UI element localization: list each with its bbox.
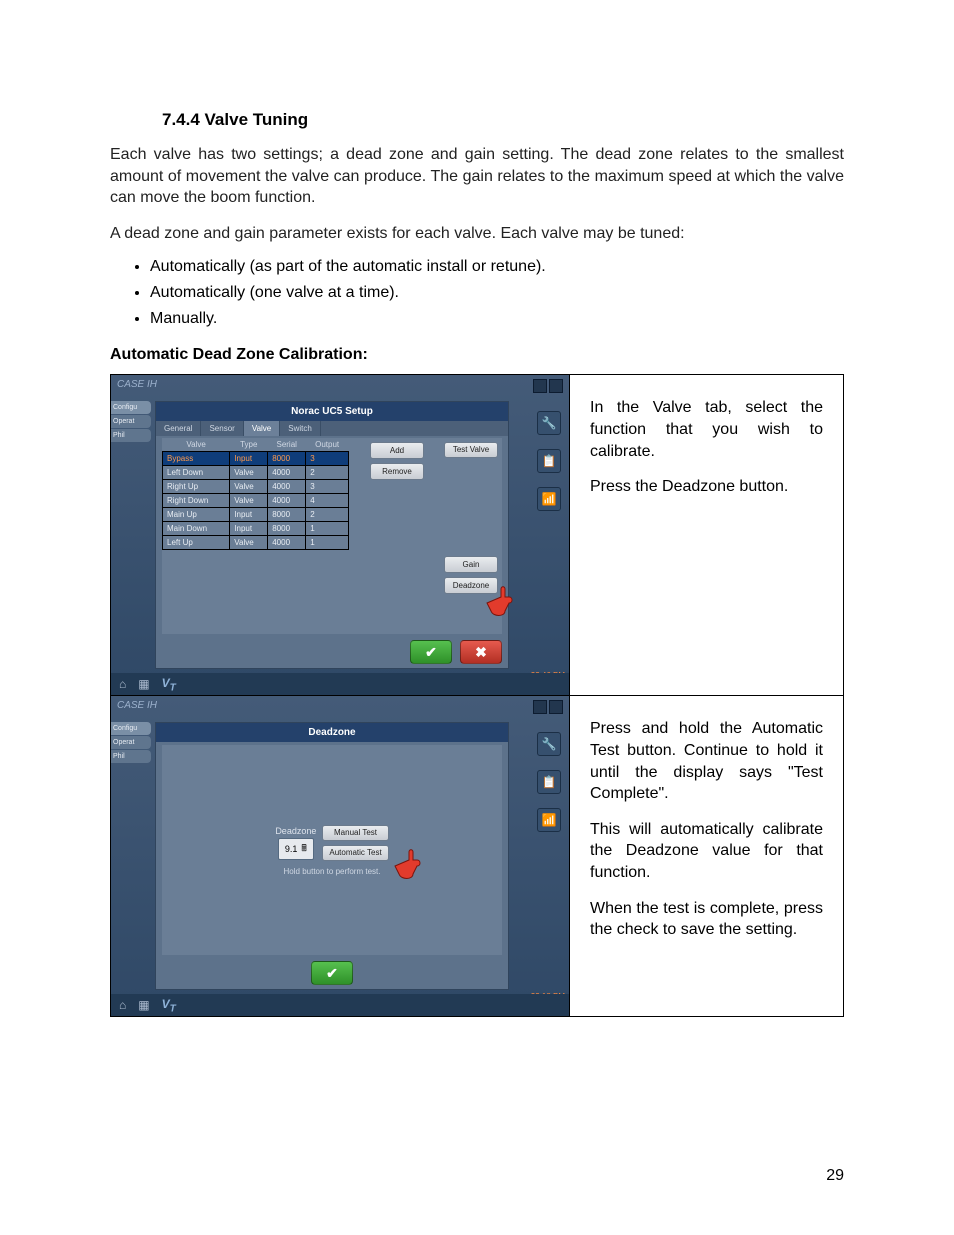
ok-button[interactable]: ✔ <box>311 961 353 985</box>
tab-valve[interactable]: Valve <box>244 421 280 436</box>
vt-label: VT <box>162 997 176 1014</box>
section-heading: 7.4.4 Valve Tuning <box>162 110 844 130</box>
ok-button[interactable]: ✔ <box>410 640 452 664</box>
sidebar-item[interactable]: Configu <box>111 401 151 414</box>
tab-switch[interactable]: Switch <box>280 421 321 436</box>
body-paragraph: A dead zone and gain parameter exists fo… <box>110 223 844 245</box>
notes-icon[interactable]: 📋 <box>537 770 561 794</box>
page-number: 29 <box>826 1167 844 1185</box>
table-row[interactable]: Main DownInput80001 <box>163 522 349 536</box>
calculator-icon: 🖩 <box>301 841 306 857</box>
notes-icon[interactable]: 📋 <box>537 449 561 473</box>
steps-table: CASE IH Configu Operat Phil 🔧 📋 📶 22:46 … <box>110 374 844 1017</box>
tab-sensor[interactable]: Sensor <box>201 421 243 436</box>
cancel-button[interactable]: ✖ <box>460 640 502 664</box>
instruction-text: This will automatically calibrate the De… <box>590 819 823 884</box>
window-controls <box>533 379 563 393</box>
brand-label: CASE IH <box>117 700 157 711</box>
table-row[interactable]: Left UpValve40001 <box>163 536 349 550</box>
instruction-text: When the test is complete, press the che… <box>590 898 823 941</box>
add-button[interactable]: Add <box>370 442 424 459</box>
instruction-text: Press the Deadzone button. <box>590 476 823 498</box>
automatic-test-button[interactable]: Automatic Test <box>322 845 388 861</box>
table-row[interactable]: BypassInput80003 <box>163 452 349 466</box>
home-icon[interactable]: ⌂ <box>119 677 126 691</box>
instruction-text: In the Valve tab, select the function th… <box>590 397 823 462</box>
body-paragraph: Each valve has two settings; a dead zone… <box>110 144 844 209</box>
home-icon[interactable]: ⌂ <box>119 998 126 1012</box>
sidebar-item[interactable]: Phil <box>111 750 151 763</box>
deadzone-label: Deadzone <box>275 826 316 836</box>
table-row[interactable]: Right UpValve40003 <box>163 480 349 494</box>
signal-icon[interactable]: 📶 <box>537 487 561 511</box>
table-row[interactable]: Main UpInput80002 <box>163 508 349 522</box>
hold-hint-text: Hold button to perform test. <box>284 867 381 876</box>
deadzone-button[interactable]: Deadzone <box>444 577 498 594</box>
list-item: Manually. <box>150 310 844 328</box>
wrench-icon[interactable]: 🔧 <box>537 732 561 756</box>
test-valve-button[interactable]: Test Valve <box>444 442 498 458</box>
brand-label: CASE IH <box>117 379 157 390</box>
sidebar-item[interactable]: Configu <box>111 722 151 735</box>
valve-table[interactable]: Valve Type Serial Output BypassInput8000… <box>162 438 349 550</box>
tab-general[interactable]: General <box>156 421 201 436</box>
manual-test-button[interactable]: Manual Test <box>322 825 388 841</box>
table-row[interactable]: Right DownValve40004 <box>163 494 349 508</box>
instruction-text: Press and hold the Automatic Test button… <box>590 718 823 804</box>
list-item: Automatically (one valve at a time). <box>150 284 844 302</box>
deadzone-value[interactable]: 9.1 🖩 <box>278 838 314 860</box>
grid-icon[interactable]: ▦ <box>138 677 149 691</box>
dialog-title: Deadzone <box>156 723 508 742</box>
sub-heading: Automatic Dead Zone Calibration: <box>110 346 844 364</box>
vt-label: VT <box>162 676 176 693</box>
signal-icon[interactable]: 📶 <box>537 808 561 832</box>
sidebar-item[interactable]: Operat <box>111 415 151 428</box>
table-row[interactable]: Left DownValve40002 <box>163 466 349 480</box>
sidebar-item[interactable]: Operat <box>111 736 151 749</box>
grid-icon[interactable]: ▦ <box>138 998 149 1012</box>
gain-button[interactable]: Gain <box>444 556 498 573</box>
screenshot-valve-tab: CASE IH Configu Operat Phil 🔧 📋 📶 22:46 … <box>111 375 569 695</box>
window-controls <box>533 700 563 714</box>
bullet-list: Automatically (as part of the automatic … <box>150 258 844 328</box>
sidebar-item[interactable]: Phil <box>111 429 151 442</box>
dialog-title: Norac UC5 Setup <box>156 402 508 421</box>
wrench-icon[interactable]: 🔧 <box>537 411 561 435</box>
remove-button[interactable]: Remove <box>370 463 424 480</box>
list-item: Automatically (as part of the automatic … <box>150 258 844 276</box>
screenshot-deadzone: CASE IH Configu Operat Phil 🔧 📋 📶 23:18 … <box>111 696 569 1016</box>
